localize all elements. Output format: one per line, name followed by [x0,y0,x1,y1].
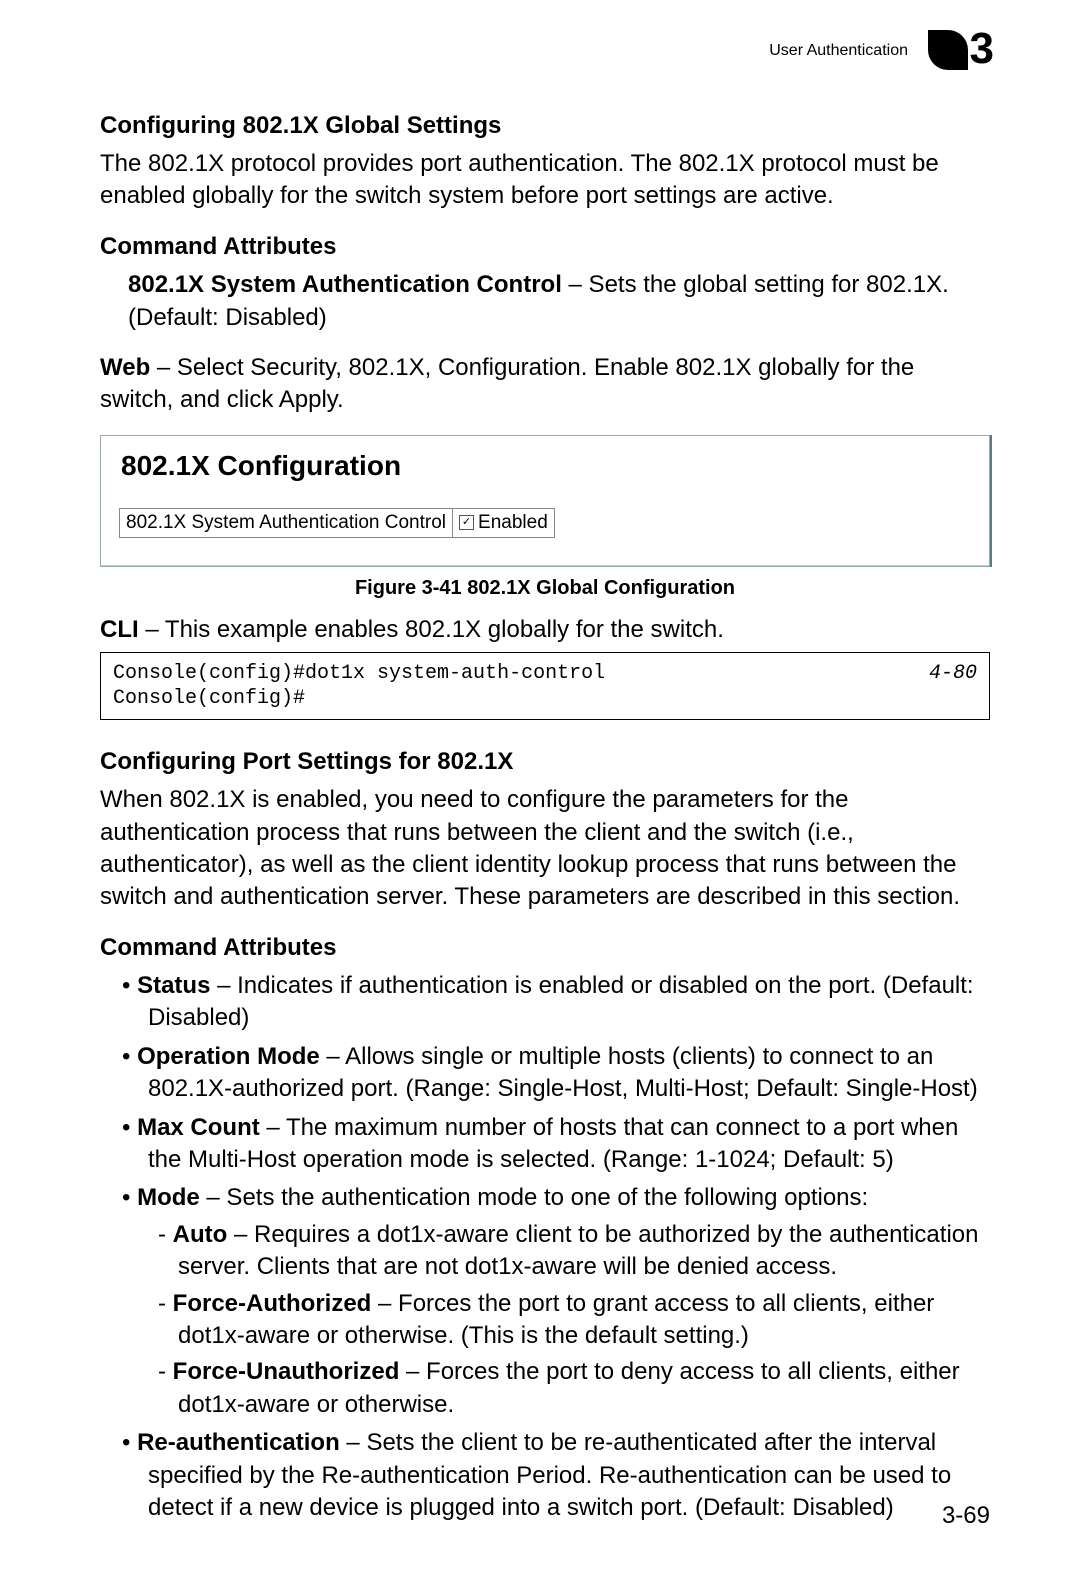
sub-list-item: Force-Authorized – Forces the port to gr… [148,1288,990,1353]
list-item: Status – Indicates if authentication is … [100,970,990,1035]
page-number: 3-69 [942,1502,990,1530]
command-attributes-label: Command Attributes [100,231,990,263]
list-item: Re-authentication – Sets the client to b… [100,1427,990,1524]
screenshot-title: 802.1X Configuration [121,450,971,482]
list-item: Operation Mode – Allows single or multip… [100,1041,990,1106]
section-intro-global: The 802.1X protocol provides port authen… [100,148,990,213]
cli-lead: CLI – This example enables 802.1X global… [100,614,990,646]
auth-control-value: Enabled [478,512,548,534]
chapter-icon: 3 [928,30,990,72]
auth-control-label: 802.1X System Authentication Control [120,509,453,537]
auth-control-checkbox[interactable]: ✓ [459,515,474,530]
chapter-number: 3 [970,24,994,74]
config-screenshot: 802.1X Configuration 802.1X System Authe… [100,435,990,567]
cli-ref: 4-80 [909,661,977,711]
cli-code: Console(config)#dot1x system-auth-contro… [113,661,909,711]
auth-control-row: 802.1X System Authentication Control ✓ E… [119,508,555,538]
page-header: User Authentication 3 [100,30,990,72]
header-title: User Authentication [769,42,908,60]
port-attributes-list: Status – Indicates if authentication is … [100,970,990,1524]
attr-name: 802.1X System Authentication Control [128,271,562,298]
attribute-block: 802.1X System Authentication Control – S… [100,269,990,334]
section-intro-port: When 802.1X is enabled, you need to conf… [100,784,990,914]
command-attributes-label-2: Command Attributes [100,932,990,964]
sub-list-item: Auto – Requires a dot1x-aware client to … [148,1219,990,1284]
list-item: Mode – Sets the authentication mode to o… [100,1182,990,1421]
sub-list-item: Force-Unauthorized – Forces the port to … [148,1356,990,1421]
section-heading-port: Configuring Port Settings for 802.1X [100,748,990,776]
figure-caption: Figure 3-41 802.1X Global Configuration [100,577,990,600]
cli-sample: Console(config)#dot1x system-auth-contro… [100,652,990,720]
web-instructions: Web – Select Security, 802.1X, Configura… [100,352,990,417]
list-item: Max Count – The maximum number of hosts … [100,1112,990,1177]
section-heading-global: Configuring 802.1X Global Settings [100,112,990,140]
